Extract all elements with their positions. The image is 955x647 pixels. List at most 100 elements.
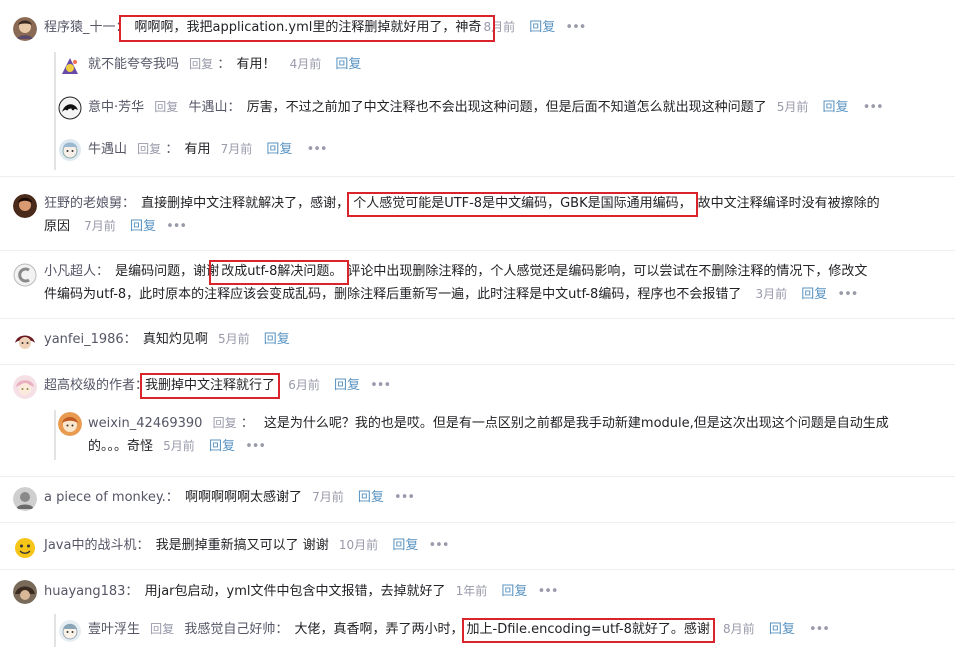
comment-author[interactable]: a piece of monkey. <box>44 490 166 505</box>
reply-tag: 回复 <box>150 622 175 636</box>
more-options-icon[interactable]: ••• <box>245 439 266 454</box>
divider <box>0 364 955 365</box>
comment-author[interactable]: huayang183 <box>44 584 125 599</box>
more-options-icon[interactable]: ••• <box>538 584 559 599</box>
divider <box>0 176 955 177</box>
comment-text: 件编码为utf-8，此时原本的注释应该会变成乱码，删除注释后重新写一遍，此时注释… <box>44 287 742 302</box>
avatar[interactable] <box>58 138 82 162</box>
avatar[interactable] <box>58 619 82 643</box>
comment-text: 啊啊啊啊啊太感谢了 <box>184 490 302 505</box>
avatar[interactable] <box>13 580 37 604</box>
comment-text: 是编码问题，谢谢 <box>115 264 220 279</box>
comment-time: 1年前 <box>455 584 488 598</box>
reply-tag: 回复 <box>212 416 237 430</box>
comment-author[interactable]: Java中的战斗机 <box>44 538 136 553</box>
avatar[interactable] <box>13 535 37 559</box>
reply-author[interactable]: weixin_42469390 <box>88 416 202 431</box>
reply-author[interactable]: 就不能夸夸我吗 <box>88 57 179 72</box>
reply-button[interactable]: 回复 <box>501 584 527 599</box>
reply-target[interactable]: 我感觉自己好帅 <box>184 622 275 637</box>
comment-time: 10月前 <box>338 538 379 552</box>
reply-time: 5月前 <box>776 100 809 114</box>
reply-button[interactable]: 回复 <box>823 100 849 115</box>
more-options-icon[interactable]: ••• <box>863 100 884 115</box>
more-options-icon[interactable]: ••• <box>394 490 415 505</box>
comment-text: 故中文注释编译时没有被擦除的 <box>697 196 880 211</box>
reply-button[interactable]: 回复 <box>264 332 290 347</box>
reply-button[interactable]: 回复 <box>358 490 384 505</box>
reply-author[interactable]: 牛遇山 <box>88 142 127 157</box>
comment-time: 8月前 <box>483 20 516 34</box>
comment-text: 直接删掉中文注释就解决了，感谢， <box>141 196 350 211</box>
divider <box>0 476 955 477</box>
comment-time: 7月前 <box>312 490 344 504</box>
comment-author[interactable]: yanfei_1986 <box>44 332 124 347</box>
reply-target[interactable]: 牛遇山 <box>188 100 227 115</box>
avatar[interactable] <box>13 329 37 353</box>
divider <box>0 250 955 251</box>
avatar[interactable] <box>13 487 37 511</box>
comment-time: 7月前 <box>84 219 116 233</box>
reply-button[interactable]: 回复 <box>130 219 156 234</box>
comment-text-highlight: 个人感觉可能是UTF-8是中文编码，GBK是国际通用编码， <box>347 192 698 217</box>
comment-time: 6月前 <box>288 378 320 392</box>
comment-time: 3月前 <box>755 287 788 301</box>
reply-button[interactable]: 回复 <box>209 439 235 454</box>
reply-time: 4月前 <box>289 57 322 71</box>
more-options-icon[interactable]: ••• <box>428 538 449 553</box>
more-options-icon[interactable]: ••• <box>809 622 830 637</box>
reply-thread-line <box>54 410 56 460</box>
reply-button[interactable]: 回复 <box>334 378 360 393</box>
reply-thread-line <box>54 52 56 170</box>
comment-text: 我是删掉重新搞又可以了 谢谢 <box>155 538 329 553</box>
comment-text: 用jar包启动，yml文件中包含中文报错，去掉就好了 <box>144 584 446 599</box>
reply-thread-line <box>54 614 56 647</box>
divider <box>0 318 955 319</box>
reply-tag: 回复 <box>189 57 214 71</box>
reply-time: 5月前 <box>163 439 195 453</box>
reply-button[interactable]: 回复 <box>392 538 418 553</box>
avatar[interactable] <box>58 96 82 120</box>
reply-button[interactable]: 回复 <box>335 57 361 72</box>
avatar[interactable] <box>13 263 37 287</box>
more-options-icon[interactable]: ••• <box>565 20 586 35</box>
reply-text: 大佬，真香啊，弄了两小时， <box>294 622 464 637</box>
reply-author[interactable]: 壹叶浮生 <box>88 622 140 637</box>
reply-time: 8月前 <box>723 622 755 636</box>
avatar[interactable] <box>13 375 37 399</box>
reply-button[interactable]: 回复 <box>266 142 292 157</box>
more-options-icon[interactable]: ••• <box>307 142 328 157</box>
comment-text: 评论中出现删除注释的，个人感觉还是编码影响，可以尝试在不删除注释的情况下，修改文 <box>347 264 868 279</box>
reply-text-highlight: 加上-Dfile.encoding=utf-8就好了。感谢 <box>461 618 715 643</box>
comment-text-highlight: 改成utf-8解决问题。 <box>209 260 350 285</box>
reply-text: 的。。。奇怪 <box>88 439 154 454</box>
reply-author[interactable]: 意中·芳华 <box>88 100 144 115</box>
divider <box>0 569 955 570</box>
reply-time: 7月前 <box>220 142 253 156</box>
avatar[interactable] <box>13 194 37 218</box>
reply-tag: 回复 <box>154 100 179 114</box>
reply-text: 厉害，不过之前加了中文注释也不会出现这种问题，但是后面不知道怎么就出现这种问题了 <box>246 100 767 115</box>
comment-text: 真知灼见啊 <box>142 332 208 347</box>
reply-button[interactable]: 回复 <box>769 622 795 637</box>
reply-text: 这是为什么呢？我的也是哎。但是有一点区别之前都是我手动新建module,但是这次… <box>263 416 889 431</box>
more-options-icon[interactable]: ••• <box>370 378 391 393</box>
more-options-icon[interactable]: ••• <box>837 287 858 302</box>
reply-button[interactable]: 回复 <box>529 20 555 35</box>
reply-button[interactable]: 回复 <box>801 287 827 302</box>
comment-author[interactable]: 超高校级的作者 <box>44 378 135 393</box>
comment-text: 原因 <box>44 219 71 234</box>
comment-time: 5月前 <box>217 332 250 346</box>
comment-author[interactable]: 程序猿_十一 <box>44 20 116 35</box>
avatar[interactable] <box>58 54 82 78</box>
comment-text-highlight: 我删掉中文注释就行了 <box>140 373 281 399</box>
comment-author[interactable]: 狂野的老娘舅 <box>44 196 122 211</box>
more-options-icon[interactable]: ••• <box>166 219 187 234</box>
divider <box>0 522 955 523</box>
reply-tag: 回复 <box>137 142 162 156</box>
avatar[interactable] <box>58 412 82 436</box>
avatar[interactable] <box>13 17 37 41</box>
comment-author[interactable]: 小凡超人 <box>44 264 96 279</box>
reply-text: 有用！ <box>236 57 276 72</box>
comment-text: 啊啊啊，我把application.yml里的注释删掉就好用了，神奇 <box>118 15 496 42</box>
